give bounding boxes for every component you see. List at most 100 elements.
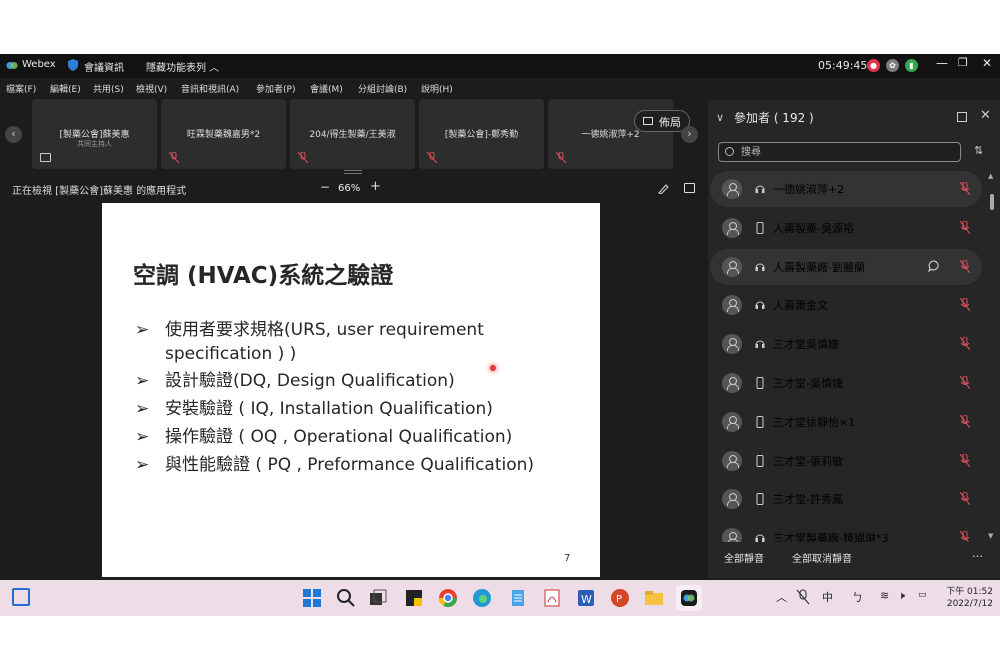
search-icon[interactable] [336, 588, 356, 608]
scroll-up-icon[interactable]: ▲ [988, 172, 993, 180]
battery-icon[interactable]: ▭ [918, 590, 927, 600]
video-tile[interactable]: [製藥公會]蘇美惠 共同主持人 [32, 99, 157, 169]
taskbar-clock[interactable]: 下午 01:52 2022/7/12 [943, 586, 993, 610]
edge-icon[interactable] [472, 588, 492, 608]
search-icon [725, 147, 734, 156]
video-tile[interactable]: 旺霖製藥魏嘉男*2 [161, 99, 286, 169]
video-tile[interactable]: 204/得生製藥/王美淑 [290, 99, 415, 169]
participant-name: 三才堂徐靜怡×1 [773, 415, 856, 429]
powerpoint-icon[interactable]: P [610, 588, 630, 608]
widgets-icon[interactable] [12, 588, 30, 606]
recording-icon[interactable]: ● [867, 59, 880, 72]
file-explorer-icon[interactable] [644, 588, 664, 608]
layout-label: 佈局 [659, 116, 681, 129]
volume-icon[interactable]: 🕨 [898, 589, 905, 603]
unmute-all-button[interactable]: 全部取消靜音 [792, 550, 852, 565]
start-icon[interactable] [302, 588, 322, 608]
mute-all-button[interactable]: 全部靜音 [724, 550, 764, 565]
muted-mic-icon[interactable] [960, 182, 970, 195]
resize-handle[interactable] [344, 170, 362, 174]
muted-mic-icon[interactable] [960, 453, 970, 467]
ime-mode[interactable]: ㄅ [852, 589, 863, 605]
restore-button[interactable]: ❐ [958, 56, 968, 69]
sort-icon[interactable]: ⇅ [974, 144, 983, 157]
thumbnails-prev-button[interactable]: ‹ [5, 126, 22, 143]
participant-row[interactable]: 三才堂吳慎婕 [710, 326, 982, 362]
muted-mic-icon[interactable] [960, 376, 970, 389]
popout-icon[interactable] [684, 183, 695, 193]
menu-breakout[interactable]: 分組討論(B) [358, 82, 407, 95]
sticky-notes-icon[interactable] [404, 588, 424, 608]
slide-page-number: 7 [564, 553, 571, 564]
muted-mic-icon[interactable] [960, 220, 970, 234]
muted-mic-icon[interactable] [960, 414, 970, 428]
pdf-icon[interactable] [542, 588, 562, 608]
zoom-in-button[interactable]: + [370, 179, 381, 194]
search-input[interactable] [741, 145, 941, 159]
computer-audio-icon [755, 185, 765, 193]
scroll-down-icon[interactable]: ▼ [988, 532, 993, 540]
muted-mic-icon[interactable] [960, 259, 970, 273]
muted-mic-icon[interactable] [960, 492, 970, 506]
close-panel-button[interactable]: ✕ [980, 108, 991, 123]
participant-row[interactable]: 三才堂徐靜怡×1 [710, 404, 982, 440]
close-button[interactable]: ✕ [982, 56, 992, 70]
menu-meeting[interactable]: 會議(M) [310, 82, 343, 95]
menu-edit[interactable]: 編輯(E) [50, 82, 81, 95]
shared-slide: 空調 (HVAC)系統之驗證 ➢ 使用者要求規格(URS, user requi… [102, 203, 600, 577]
minimize-button[interactable]: — [936, 56, 948, 70]
svg-text:W: W [581, 593, 592, 606]
participant-row[interactable]: 一德姚淑萍+2 [710, 171, 982, 207]
menu-help[interactable]: 說明(H) [421, 82, 453, 95]
thumbnails-next-button[interactable]: › [681, 126, 698, 143]
ime-indicator[interactable]: 中 [822, 589, 833, 605]
muted-mic-icon [556, 152, 566, 163]
muted-mic-icon[interactable] [960, 337, 970, 351]
menu-file[interactable]: 檔案(F) [6, 82, 36, 95]
menu-participants[interactable]: 參加者(P) [256, 82, 295, 95]
tray-date: 2022/7/12 [946, 599, 993, 609]
tile-name: 204/得生製藥/王美淑 [309, 130, 396, 140]
participant-row[interactable]: 人壽製藥-吳源裕 [710, 210, 982, 246]
webex-window: Webex 會議資訊 隱藏功能表列 ︿ 05:49:45 ● ✿ ▮ — ❐ ✕… [0, 54, 1000, 614]
tray-overflow-icon[interactable]: ︿ [776, 589, 787, 605]
layout-icon [643, 117, 653, 125]
menu-share[interactable]: 共用(S) [93, 82, 124, 95]
menu-view[interactable]: 檢視(V) [136, 82, 167, 95]
control-icon[interactable]: ✿ [886, 59, 899, 72]
mic-muted-tray-icon[interactable] [796, 589, 810, 605]
more-options-button[interactable]: … [972, 547, 983, 560]
meeting-info-button[interactable]: 會議資訊 [84, 59, 124, 74]
participant-search[interactable] [718, 142, 961, 162]
task-view-icon[interactable] [368, 588, 388, 608]
slide-title: 空調 (HVAC)系統之驗證 [133, 263, 394, 289]
participant-row[interactable]: 人壽製藥廠-劉麗蘭 [710, 248, 982, 285]
participant-row[interactable]: 三才堂-張莉敏 [710, 443, 982, 479]
chrome-icon[interactable] [438, 588, 458, 608]
phone-icon [756, 221, 764, 234]
participant-row[interactable]: 三才堂-許秀鳳 [710, 481, 982, 517]
chat-icon[interactable] [928, 260, 940, 272]
collapse-chevron-icon[interactable]: ∨ [716, 111, 724, 124]
popout-panel-icon[interactable] [957, 112, 967, 122]
wifi-icon[interactable]: ≋ [880, 589, 889, 602]
word-icon[interactable]: W [576, 588, 596, 608]
hide-menu-bar-button[interactable]: 隱藏功能表列 ︿ [146, 59, 219, 74]
avatar [722, 489, 742, 510]
video-tile[interactable]: [製藥公會]-鄭秀勤 [419, 99, 544, 169]
bullet-item: 使用者要求規格(URS, user requirement specificat… [165, 318, 484, 366]
participant-name: 三才堂吳慎婕 [773, 338, 839, 352]
webex-taskbar-button[interactable] [676, 585, 702, 611]
tray-time: 下午 01:52 [946, 587, 993, 597]
notepad-icon[interactable] [508, 588, 528, 608]
network-health-icon[interactable]: ▮ [905, 59, 918, 72]
participant-row[interactable]: 人壽蕭金文 [710, 287, 982, 323]
tile-role: 共同主持人 [77, 140, 112, 148]
muted-mic-icon[interactable] [960, 298, 970, 312]
menu-audio-video[interactable]: 音訊和視訊(A) [181, 82, 239, 95]
panel-footer: 全部靜音 全部取消靜音 … [708, 542, 1000, 572]
scrollbar-thumb[interactable] [990, 194, 994, 210]
annotate-icon[interactable] [658, 183, 670, 194]
participant-row[interactable]: 三才堂-吳慎婕 [710, 365, 982, 401]
zoom-out-button[interactable]: − [320, 180, 330, 194]
